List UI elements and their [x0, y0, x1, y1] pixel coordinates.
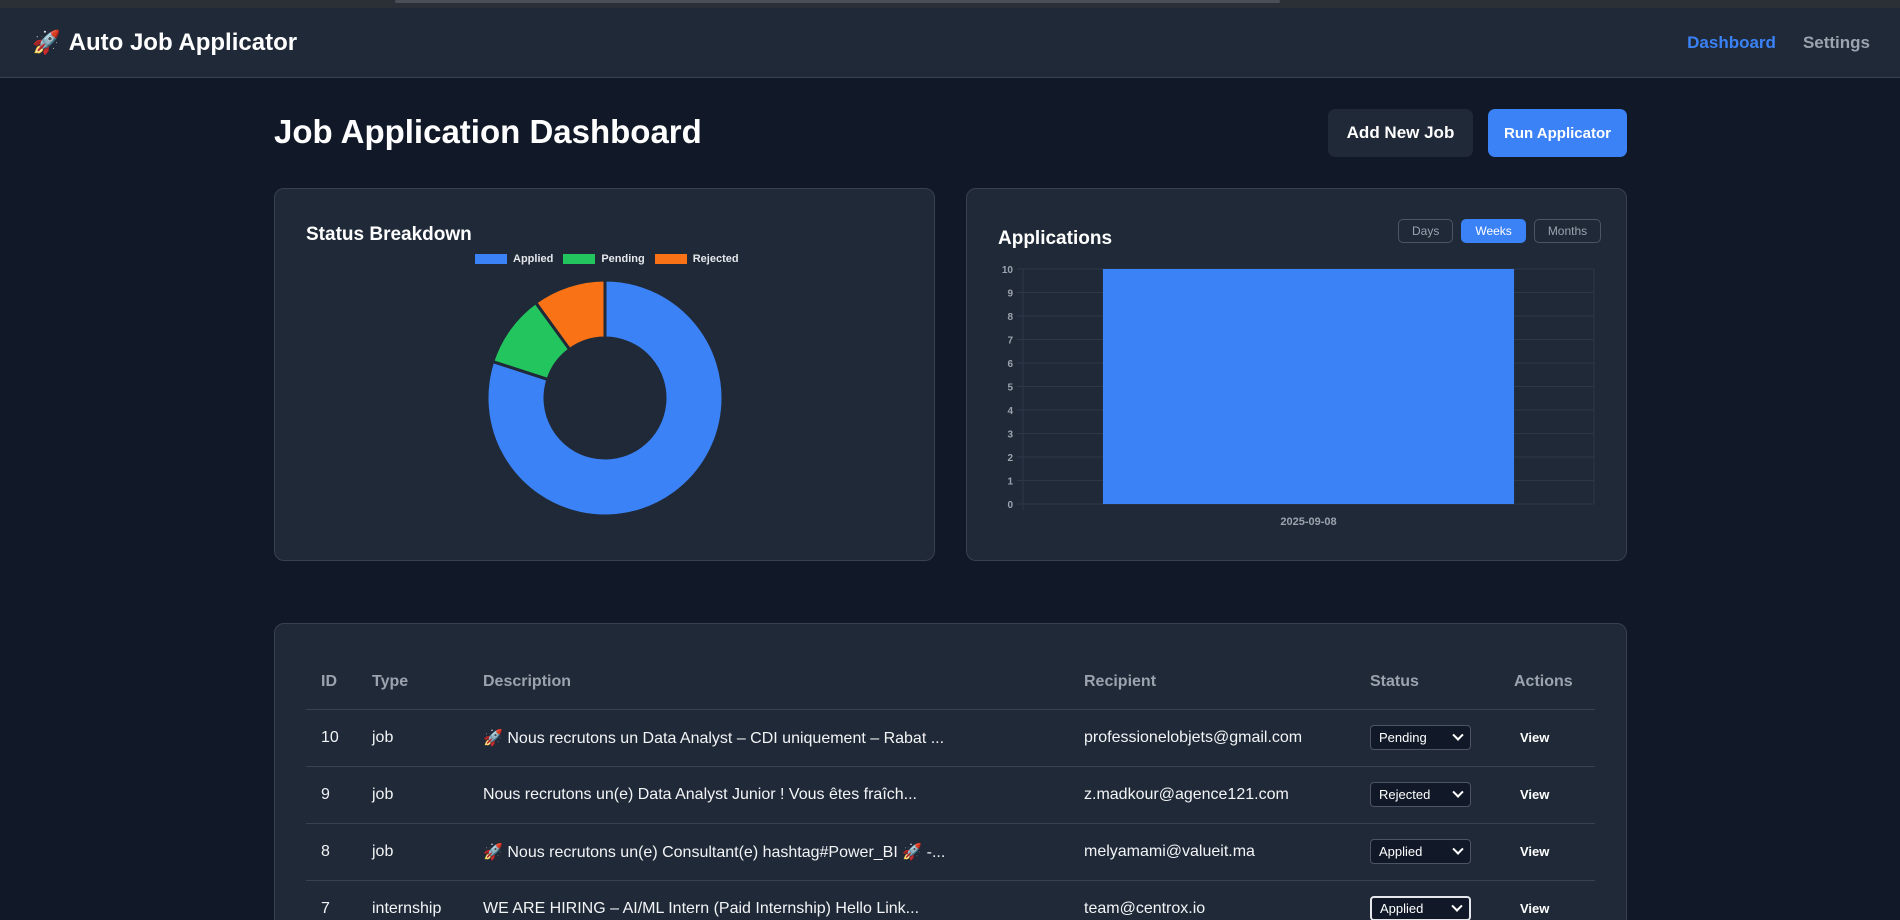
cell-actions: View [1499, 709, 1595, 767]
header-actions: Actions [1499, 656, 1595, 710]
cell-id: 8 [306, 823, 357, 881]
status-select[interactable]: Applied [1370, 896, 1471, 920]
view-button[interactable]: View [1514, 844, 1549, 859]
horizontal-scrollbar[interactable] [395, 0, 1280, 3]
cell-type: job [357, 823, 468, 881]
status-select[interactable]: Rejected [1370, 782, 1471, 807]
y-tick-label: 9 [1007, 289, 1013, 300]
cell-description: 🚀 Nous recrutons un Data Analyst – CDI u… [468, 709, 1069, 767]
status-breakdown-card: Status Breakdown Applied Pending Rejecte… [274, 188, 935, 561]
header-type: Type [357, 656, 468, 710]
cell-recipient: team@centrox.io [1069, 880, 1355, 920]
header-status: Status [1355, 656, 1499, 710]
status-select[interactable]: Pending [1370, 725, 1471, 750]
cell-recipient: melyamami@valueit.ma [1069, 823, 1355, 881]
y-tick-label: 2 [1007, 453, 1013, 464]
nav-link-dashboard[interactable]: Dashboard [1687, 33, 1776, 53]
chevron-down-icon [1452, 786, 1464, 798]
header-recipient: Recipient [1069, 656, 1355, 710]
chevron-down-icon [1452, 843, 1464, 855]
y-tick-label: 6 [1007, 359, 1013, 370]
status-value: Pending [1379, 730, 1427, 745]
table-row: 10 job 🚀 Nous recrutons un Data Analyst … [306, 709, 1595, 767]
header-id: ID [306, 656, 357, 710]
applications-card: Applications Days Weeks Months 012345678… [966, 188, 1627, 561]
cell-status: Pending [1355, 709, 1499, 767]
y-tick-label: 1 [1007, 477, 1013, 488]
y-tick-label: 0 [1007, 500, 1013, 511]
brand[interactable]: 🚀 Auto Job Applicator [32, 29, 297, 57]
jobs-table: ID Type Description Recipient Status Act… [306, 656, 1595, 920]
cell-actions: View [1499, 823, 1595, 881]
cell-id: 9 [306, 766, 357, 824]
cell-id: 10 [306, 709, 357, 767]
nav-link-settings[interactable]: Settings [1803, 33, 1870, 53]
cell-id: 7 [306, 880, 357, 920]
cell-description: WE ARE HIRING – AI/ML Intern (Paid Inter… [468, 880, 1069, 920]
jobs-table-card: ID Type Description Recipient Status Act… [274, 623, 1627, 920]
table-header-row: ID Type Description Recipient Status Act… [306, 656, 1595, 710]
cell-description: Nous recrutons un(e) Data Analyst Junior… [468, 766, 1069, 824]
table-row: 7 internship WE ARE HIRING – AI/ML Inter… [306, 880, 1595, 920]
status-value: Rejected [1379, 787, 1431, 802]
cell-type: job [357, 766, 468, 824]
status-value: Applied [1380, 901, 1424, 916]
cell-status: Applied [1355, 880, 1499, 920]
run-applicator-button[interactable]: Run Applicator [1488, 109, 1627, 157]
chevron-down-icon [1451, 900, 1463, 912]
cell-type: internship [357, 880, 468, 920]
cell-description: 🚀 Nous recrutons un(e) Consultant(e) has… [468, 823, 1069, 881]
view-button[interactable]: View [1514, 730, 1549, 745]
brand-title: Auto Job Applicator [68, 28, 298, 56]
status-value: Applied [1379, 844, 1423, 859]
y-tick-label: 4 [1007, 406, 1013, 417]
rocket-icon: 🚀 [32, 29, 61, 55]
cell-type: job [357, 709, 468, 767]
cell-status: Rejected [1355, 766, 1499, 824]
y-tick-label: 8 [1007, 312, 1013, 323]
cell-actions: View [1499, 880, 1595, 920]
y-tick-label: 10 [1002, 265, 1014, 276]
cell-status: Applied [1355, 823, 1499, 881]
navbar: 🚀 Auto Job Applicator Dashboard Settings [0, 8, 1900, 78]
add-new-job-button[interactable]: Add New Job [1328, 109, 1473, 157]
applications-bar-chart: 0 1 2 3 4 5 6 7 8 9 10 2025-09-08 [1002, 265, 1595, 528]
chevron-down-icon [1452, 729, 1464, 741]
cell-recipient: z.madkour@agence121.com [1069, 766, 1355, 824]
cell-recipient: professionelobjets@gmail.com [1069, 709, 1355, 767]
page-title: Job Application Dashboard [274, 113, 702, 150]
y-tick-label: 3 [1007, 430, 1013, 441]
y-tick-label: 5 [1007, 383, 1013, 394]
status-select[interactable]: Applied [1370, 839, 1471, 864]
view-button[interactable]: View [1514, 787, 1549, 802]
bar-2025-09-08 [1102, 269, 1515, 504]
nav-links: Dashboard Settings [1687, 33, 1870, 53]
table-row: 8 job 🚀 Nous recrutons un(e) Consultant(… [306, 823, 1595, 881]
cell-actions: View [1499, 766, 1595, 824]
view-button[interactable]: View [1514, 901, 1549, 916]
header-description: Description [468, 656, 1069, 710]
y-tick-label: 7 [1007, 336, 1013, 347]
x-tick-label: 2025-09-08 [1280, 516, 1336, 528]
browser-top-strip [0, 0, 1900, 8]
status-doughnut-chart [485, 278, 725, 518]
table-row: 9 job Nous recrutons un(e) Data Analyst … [306, 766, 1595, 824]
